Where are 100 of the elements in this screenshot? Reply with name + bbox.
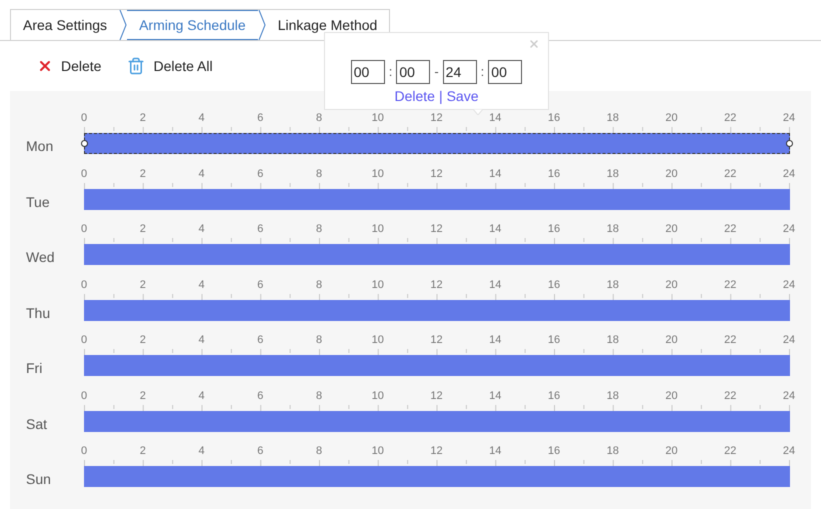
hour-label: 14 bbox=[489, 444, 502, 458]
hour-label: 16 bbox=[548, 111, 560, 125]
ruler-ticks-icon bbox=[84, 294, 790, 300]
separator-text: : bbox=[388, 63, 392, 82]
hour-label: 16 bbox=[548, 166, 560, 180]
hour-label: 24 bbox=[782, 278, 796, 292]
hour-label: 2 bbox=[140, 166, 146, 180]
hour-label: 12 bbox=[430, 388, 443, 402]
hour-label: 22 bbox=[724, 166, 736, 180]
hour-label: 14 bbox=[489, 333, 502, 347]
day-label: Wed bbox=[26, 249, 55, 265]
hour-label: 20 bbox=[665, 278, 678, 292]
hour-label: 18 bbox=[606, 388, 619, 402]
delete-link[interactable]: Delete bbox=[394, 88, 435, 104]
hour-label: 20 bbox=[665, 444, 678, 458]
hour-label: 8 bbox=[316, 333, 322, 347]
hour-label: 0 bbox=[80, 278, 88, 292]
ruler-ticks-icon bbox=[84, 460, 790, 466]
hour-label: 16 bbox=[548, 222, 560, 236]
hour-label: 22 bbox=[724, 388, 736, 402]
hour-label: 14 bbox=[489, 388, 502, 402]
hour-label: 24 bbox=[782, 111, 796, 125]
hour-label: 4 bbox=[198, 333, 205, 347]
hour-label: 6 bbox=[257, 222, 264, 236]
hour-label: 12 bbox=[430, 222, 443, 236]
hour-label: 20 bbox=[665, 222, 678, 236]
hour-label: 10 bbox=[372, 111, 384, 125]
hour-label: 10 bbox=[372, 444, 384, 458]
ruler-ticks-icon bbox=[84, 238, 790, 244]
day-label: Sun bbox=[26, 471, 51, 487]
hour-label: 10 bbox=[372, 333, 384, 347]
day-label: Thu bbox=[26, 304, 50, 320]
hour-label: 2 bbox=[140, 278, 146, 292]
hour-label: 0 bbox=[80, 444, 88, 458]
day-label: Tue bbox=[26, 194, 50, 210]
hour-label: 14 bbox=[489, 222, 502, 236]
hour-label: 10 bbox=[372, 222, 384, 236]
time-segment-bar[interactable] bbox=[84, 410, 790, 432]
hour-label: 8 bbox=[316, 388, 322, 402]
hour-label: 16 bbox=[548, 444, 560, 458]
hour-label: 8 bbox=[316, 278, 322, 292]
save-link[interactable]: Save bbox=[446, 88, 479, 104]
time-field[interactable]: 00 bbox=[488, 60, 522, 84]
hour-label: 12 bbox=[430, 166, 443, 180]
hour-label: 0 bbox=[80, 388, 88, 402]
hour-label: 2 bbox=[140, 333, 146, 347]
hour-label: 10 bbox=[372, 388, 384, 402]
ruler-ticks-icon bbox=[84, 404, 790, 410]
hour-label: 18 bbox=[606, 111, 619, 125]
hour-label: 0 bbox=[80, 222, 88, 236]
time-segment-bar[interactable] bbox=[84, 188, 790, 210]
hour-label: 18 bbox=[606, 222, 619, 236]
hour-label: 12 bbox=[430, 444, 443, 458]
hour-label: 12 bbox=[430, 333, 443, 347]
ruler-ticks-icon bbox=[84, 182, 790, 188]
hour-label: 16 bbox=[548, 278, 560, 292]
hour-label: 22 bbox=[724, 333, 736, 347]
hour-label: 14 bbox=[489, 111, 502, 125]
tab[interactable]: Area Settings bbox=[11, 10, 120, 40]
hour-label: 20 bbox=[665, 111, 678, 125]
hour-label: 24 bbox=[782, 333, 796, 347]
hour-label: 20 bbox=[665, 388, 678, 402]
hour-label: 14 bbox=[489, 278, 502, 292]
hour-label: 4 bbox=[198, 444, 205, 458]
hour-label: 0 bbox=[80, 333, 88, 347]
toolbar-button[interactable]: Delete bbox=[37, 56, 102, 76]
hour-label: 12 bbox=[430, 278, 443, 292]
hour-label: 8 bbox=[316, 222, 322, 236]
day-label: Fri bbox=[26, 360, 42, 376]
chevron-separator-icon bbox=[119, 10, 128, 40]
day-label: Sat bbox=[26, 416, 48, 432]
hour-label: 18 bbox=[606, 333, 619, 347]
hour-label: 8 bbox=[316, 444, 322, 458]
toolbar-button[interactable]: Delete All bbox=[127, 56, 213, 76]
hour-label: 20 bbox=[665, 166, 678, 180]
hour-label: 2 bbox=[140, 388, 146, 402]
day-label: Mon bbox=[26, 138, 54, 154]
hour-label: 20 bbox=[665, 333, 678, 347]
hour-label: 6 bbox=[257, 388, 264, 402]
hour-label: 4 bbox=[198, 222, 205, 236]
separator-text: - bbox=[434, 63, 439, 82]
time-field[interactable]: 00 bbox=[396, 60, 430, 84]
delete-icon bbox=[37, 58, 53, 74]
tab[interactable]: Arming Schedule bbox=[127, 10, 258, 40]
ruler-ticks-icon bbox=[84, 349, 790, 355]
resize-handle[interactable] bbox=[786, 140, 793, 147]
hour-label: 0 bbox=[80, 111, 88, 125]
time-field[interactable]: 24 bbox=[442, 60, 477, 84]
hour-label: 2 bbox=[140, 111, 146, 125]
hour-label: 22 bbox=[724, 444, 736, 458]
hour-label: 0 bbox=[80, 166, 88, 180]
hour-label: 24 bbox=[782, 222, 796, 236]
separator-text: : bbox=[480, 63, 484, 82]
ruler-ticks-icon bbox=[84, 127, 790, 133]
tab[interactable]: Linkage Method bbox=[266, 10, 390, 40]
time-field[interactable]: 00 bbox=[350, 60, 385, 84]
hour-label: 4 bbox=[198, 111, 205, 125]
resize-handle[interactable] bbox=[81, 140, 88, 147]
time-segment-bar[interactable] bbox=[84, 300, 790, 320]
separator-text: | bbox=[438, 88, 443, 104]
